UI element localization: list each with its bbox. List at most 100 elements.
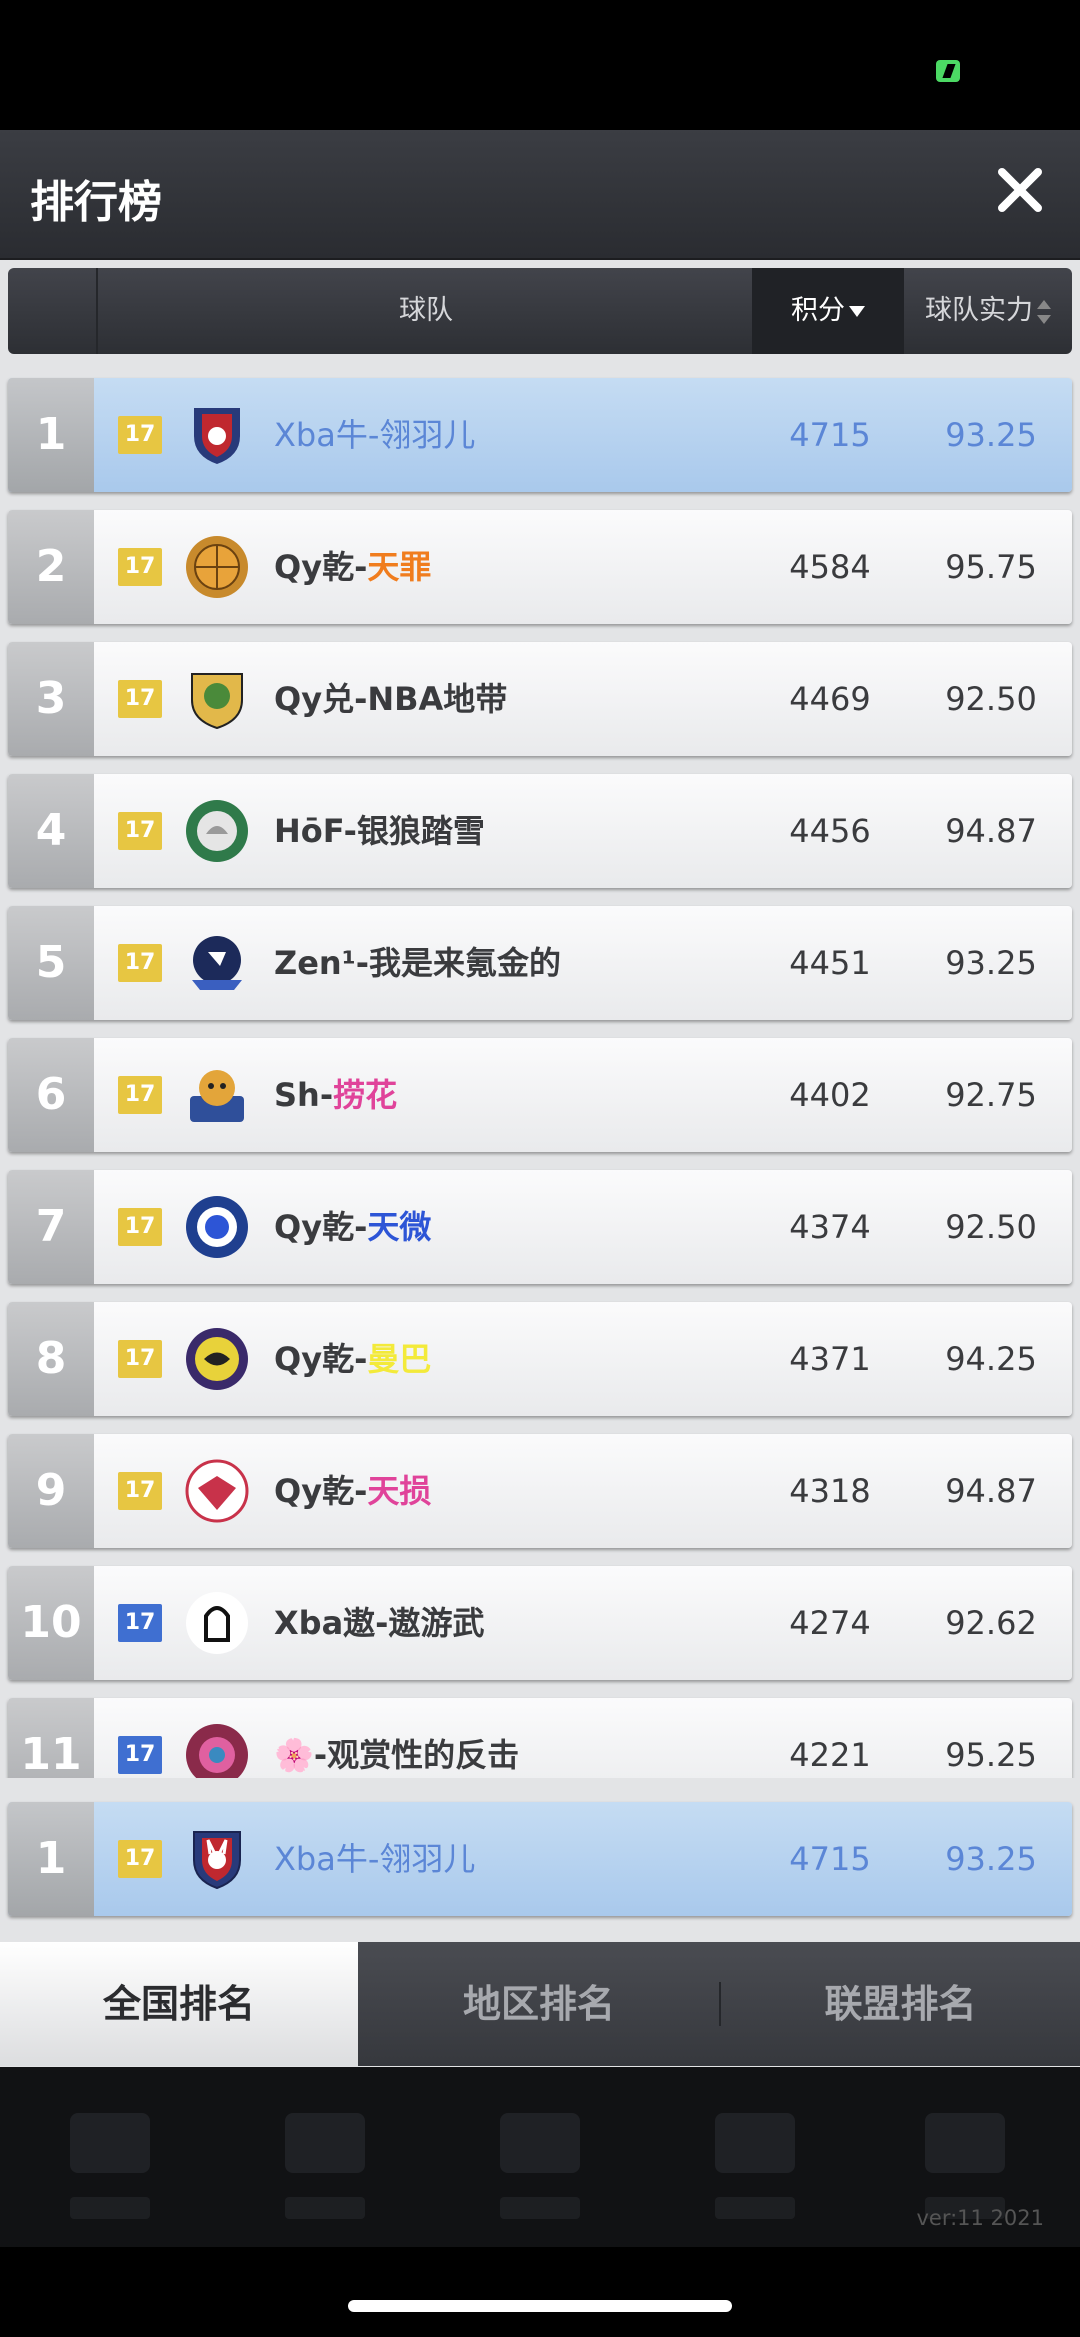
nav-label <box>70 2197 150 2219</box>
star-circle-logo-icon <box>186 1196 248 1258</box>
header-score-label: 积分 <box>791 295 845 326</box>
table-row[interactable]: 6 17 Sh-捞花 4402 92.75 <box>8 1038 1072 1152</box>
nav-label <box>285 2197 365 2219</box>
table-row[interactable]: 1 17 Xba牛-翎羽儿 4715 93.25 <box>8 378 1072 492</box>
basketball-gear-logo-icon <box>186 536 248 598</box>
home-indicator[interactable] <box>348 2300 732 2312</box>
team-name: Xba牛-翎羽儿 <box>274 378 475 492</box>
team-name-suffix: 翎羽儿 <box>379 416 476 454</box>
team-power: 92.75 <box>945 1076 1037 1114</box>
table-row[interactable]: 3 17 Qy兑-NBA地带 4469 92.50 <box>8 642 1072 756</box>
level-badge: 17 <box>118 1472 162 1510</box>
team-score: 4715 <box>789 1840 871 1878</box>
team-name-prefix: Qy乾- <box>274 1208 368 1246</box>
rank-number: 8 <box>8 1302 94 1416</box>
table-row[interactable]: 10 17 Xba遨-遨游武 4274 92.62 <box>8 1566 1072 1680</box>
rank-number: 1 <box>8 1802 94 1916</box>
rank-number: 2 <box>8 510 94 624</box>
header-power-sort[interactable]: 球队实力 <box>904 268 1072 354</box>
rank-number: 5 <box>8 906 94 1020</box>
team-score: 4318 <box>789 1472 871 1510</box>
team-name-prefix: 🌸-观赏性的反击 <box>274 1736 520 1774</box>
level-badge: 17 <box>118 944 162 982</box>
team-score: 4469 <box>789 680 871 718</box>
rabbit-shield-logo-icon <box>193 1831 241 1890</box>
team-score: 4371 <box>789 1340 871 1378</box>
ranking-list[interactable]: 1 17 Xba牛-翎羽儿 4715 93.25 2 17 Qy乾-天罪 4584 95.75 3 1… <box>0 366 1080 1778</box>
team-power: 92.50 <box>945 1208 1037 1246</box>
team-name: Qy乾-天微 <box>274 1170 431 1284</box>
team-score: 4451 <box>789 944 871 982</box>
my-rank-row[interactable]: 1 17 Xba牛-翎羽儿 4715 93.25 <box>8 1802 1072 1916</box>
team-name-suffix: 天罪 <box>367 548 432 586</box>
table-row[interactable]: 4 17 HōF-银狼踏雪 4456 94.87 <box>8 774 1072 888</box>
close-icon <box>998 168 1042 212</box>
header-score-sort[interactable]: 积分 <box>752 268 904 354</box>
team-name: Qy乾-曼巴 <box>274 1302 431 1416</box>
level-badge: 17 <box>118 1604 162 1642</box>
table-row[interactable]: 5 17 Zen¹-我是来氪金的 4451 93.25 <box>8 906 1072 1020</box>
team-name: Sh-捞花 <box>274 1038 397 1152</box>
team-name-suffix: 天损 <box>367 1472 432 1510</box>
version-text: ver:11 2021 <box>916 2206 1044 2230</box>
team-score: 4456 <box>789 812 871 850</box>
table-row[interactable]: 7 17 Qy乾-天微 4374 92.50 <box>8 1170 1072 1284</box>
battery-icon <box>936 60 960 82</box>
team-power: 95.75 <box>945 548 1037 586</box>
rabbit-shield-logo-icon <box>194 408 240 464</box>
level-badge: 17 <box>118 680 162 718</box>
table-row[interactable]: 2 17 Qy乾-天罪 4584 95.75 <box>8 510 1072 624</box>
team-name-prefix: Qy乾- <box>274 1472 368 1510</box>
close-button[interactable] <box>990 160 1050 220</box>
table-header: 球队 积分 球队实力 <box>8 268 1072 354</box>
rank-number: 6 <box>8 1038 94 1152</box>
team-name-suffix: 曼巴 <box>367 1340 432 1378</box>
nav-label <box>500 2197 580 2219</box>
flower-logo-icon <box>186 1724 248 1778</box>
table-row[interactable]: 8 17 Qy乾-曼巴 4371 94.25 <box>8 1302 1072 1416</box>
team-name-prefix: Xba遨-遨游武 <box>274 1604 485 1642</box>
ranking-tabs: 全国排名 地区排名 联盟排名 <box>0 1942 1080 2066</box>
sort-both-icon <box>1037 299 1051 324</box>
level-badge: 17 <box>118 812 162 850</box>
team-score: 4584 <box>789 548 871 586</box>
nav-icon <box>285 2113 365 2173</box>
team-name-prefix: Qy乾- <box>274 1340 368 1378</box>
team-score: 4274 <box>789 1604 871 1642</box>
tab-national[interactable]: 全国排名 <box>0 1942 358 2066</box>
team-power: 94.87 <box>945 812 1037 850</box>
team-power: 93.25 <box>945 944 1037 982</box>
team-name: HōF-银狼踏雪 <box>274 774 485 888</box>
table-row[interactable]: 9 17 Qy乾-天损 4318 94.87 <box>8 1434 1072 1548</box>
snake-logo-icon <box>186 1328 248 1390</box>
level-badge: 17 <box>118 1840 162 1878</box>
table-row[interactable]: 11 17 🌸-观赏性的反击 4221 95.25 <box>8 1698 1072 1778</box>
level-badge: 17 <box>118 1076 162 1114</box>
team-score: 4715 <box>789 416 871 454</box>
team-name-suffix: 天微 <box>367 1208 432 1246</box>
rank-number: 3 <box>8 642 94 756</box>
leaderboard-panel: 排行榜 球队 积分 球队实力 1 17 Xba牛-翎羽儿 4715 93.25 2 17 Qy… <box>0 130 1080 2067</box>
team-name-prefix: HōF-银狼踏雪 <box>274 812 485 850</box>
nav-label <box>715 2197 795 2219</box>
team-name-prefix: Qy乾- <box>274 548 368 586</box>
team-power: 92.50 <box>945 680 1037 718</box>
level-badge: 17 <box>118 1340 162 1378</box>
sort-desc-icon <box>849 306 865 317</box>
rank-number: 9 <box>8 1434 94 1548</box>
dragon-shield-logo-icon <box>191 673 243 730</box>
tab-regional[interactable]: 地区排名 <box>360 1942 718 2066</box>
team-power: 95.25 <box>945 1736 1037 1774</box>
tab-alliance[interactable]: 联盟排名 <box>721 1942 1080 2066</box>
status-bar <box>0 0 1080 130</box>
rank-number: 11 <box>8 1698 94 1778</box>
team-name: Qy兑-NBA地带 <box>274 642 507 756</box>
header-team: 球队 <box>96 268 756 354</box>
team-name: Xba牛-翎羽儿 <box>274 1802 475 1916</box>
nav-icon <box>925 2113 1005 2173</box>
level-badge: 17 <box>118 416 162 454</box>
team-name-prefix: Qy兑-NBA地带 <box>274 680 508 718</box>
team-power: 94.25 <box>945 1340 1037 1378</box>
tiger-logo-icon <box>190 1070 244 1122</box>
team-name: Zen¹-我是来氪金的 <box>274 906 561 1020</box>
